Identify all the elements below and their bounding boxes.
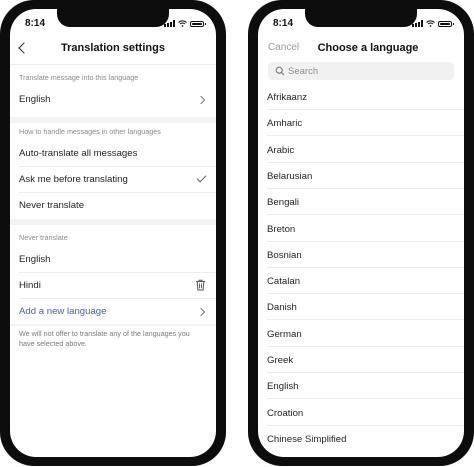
row-divider [19,272,216,273]
section-separator [10,324,216,326]
status-time: 8:14 [25,18,46,29]
section-separator [10,219,216,225]
page-title: Translation settings [61,42,165,54]
language-label: Croation [267,407,304,419]
nav-bar: Translation settings [10,39,216,61]
language-label: Arabic [267,144,295,156]
choose-language-screen: 8:14 Cancel Choose a language AfrikaanzA… [258,9,464,457]
list-item[interactable]: Danish [267,294,464,321]
language-label: Bosnian [267,249,302,261]
language-label: German [267,328,302,340]
language-label: Belarusian [267,170,313,182]
battery-icon [438,21,454,27]
chevron-right-icon [196,307,206,317]
section-header-handling: How to handle messages in other language… [19,127,161,136]
section-header-translate-into: Translate message into this language [19,73,139,82]
phone-choose-language: 8:14 Cancel Choose a language AfrikaanzA… [248,0,474,466]
language-label: Catalan [267,276,301,288]
phone-translation-settings: 8:14 Translation settings Translate mess… [0,0,226,466]
list-item[interactable]: Chinese Simplified [267,426,464,452]
add-language-link[interactable]: Add a new language [19,306,106,317]
row-divider [19,298,216,299]
language-label: Bengali [267,197,300,209]
section-header-never-translate: Never translate [19,233,68,242]
list-item[interactable]: English [267,373,464,400]
wifi-icon [178,20,187,27]
list-item[interactable]: Greek [267,347,464,373]
row-divider [19,166,216,167]
language-label: Afrikaanz [267,92,307,103]
option-ask-before[interactable]: Ask me before translating [19,174,128,185]
search-bar[interactable] [268,62,454,80]
never-translate-item-hindi: Hindi [19,280,41,291]
translation-settings-screen: 8:14 Translation settings Translate mess… [10,9,216,457]
list-item[interactable]: Arabic [267,137,464,163]
divider [10,64,216,65]
language-label: English [267,381,299,393]
section-separator [10,117,216,123]
page-title: Choose a language [317,42,419,54]
status-time: 8:14 [273,18,294,29]
language-label: Chinese Simplified [267,433,347,445]
footnote: We will not offer to translate any of th… [19,329,190,348]
option-auto-translate[interactable]: Auto-translate all messages [19,148,137,159]
list-item[interactable]: Amharic [267,110,464,137]
checkmark-icon [196,172,207,183]
list-item[interactable]: Belarusian [267,163,464,189]
notch [57,9,169,27]
list-item[interactable]: Croation [267,400,464,426]
translate-into-value[interactable]: English [19,94,50,105]
never-translate-item-english: English [19,254,51,265]
list-item[interactable]: German [267,321,464,347]
language-label: Danish [267,302,297,314]
battery-icon [190,21,206,27]
notch [305,9,417,27]
signal-icon [412,20,423,27]
status-icons [412,19,454,27]
language-label: Amharic [267,118,303,130]
list-item[interactable]: Bengali [267,189,464,216]
language-label: Breton [267,223,296,235]
list-item[interactable]: Bosnian [267,242,464,268]
wifi-icon [426,20,435,27]
list-item[interactable]: Breton [267,216,464,242]
list-item[interactable]: Afrikaanz [267,84,464,110]
trash-icon[interactable] [195,279,206,291]
list-item[interactable]: Catalan [267,268,464,295]
signal-icon [164,20,175,27]
option-never-translate[interactable]: Never translate [19,200,84,211]
search-input[interactable] [288,64,438,78]
row-divider [19,192,216,193]
search-icon [275,66,285,76]
chevron-right-icon [196,95,206,105]
language-label: Greek [267,355,294,366]
status-icons [164,19,206,27]
